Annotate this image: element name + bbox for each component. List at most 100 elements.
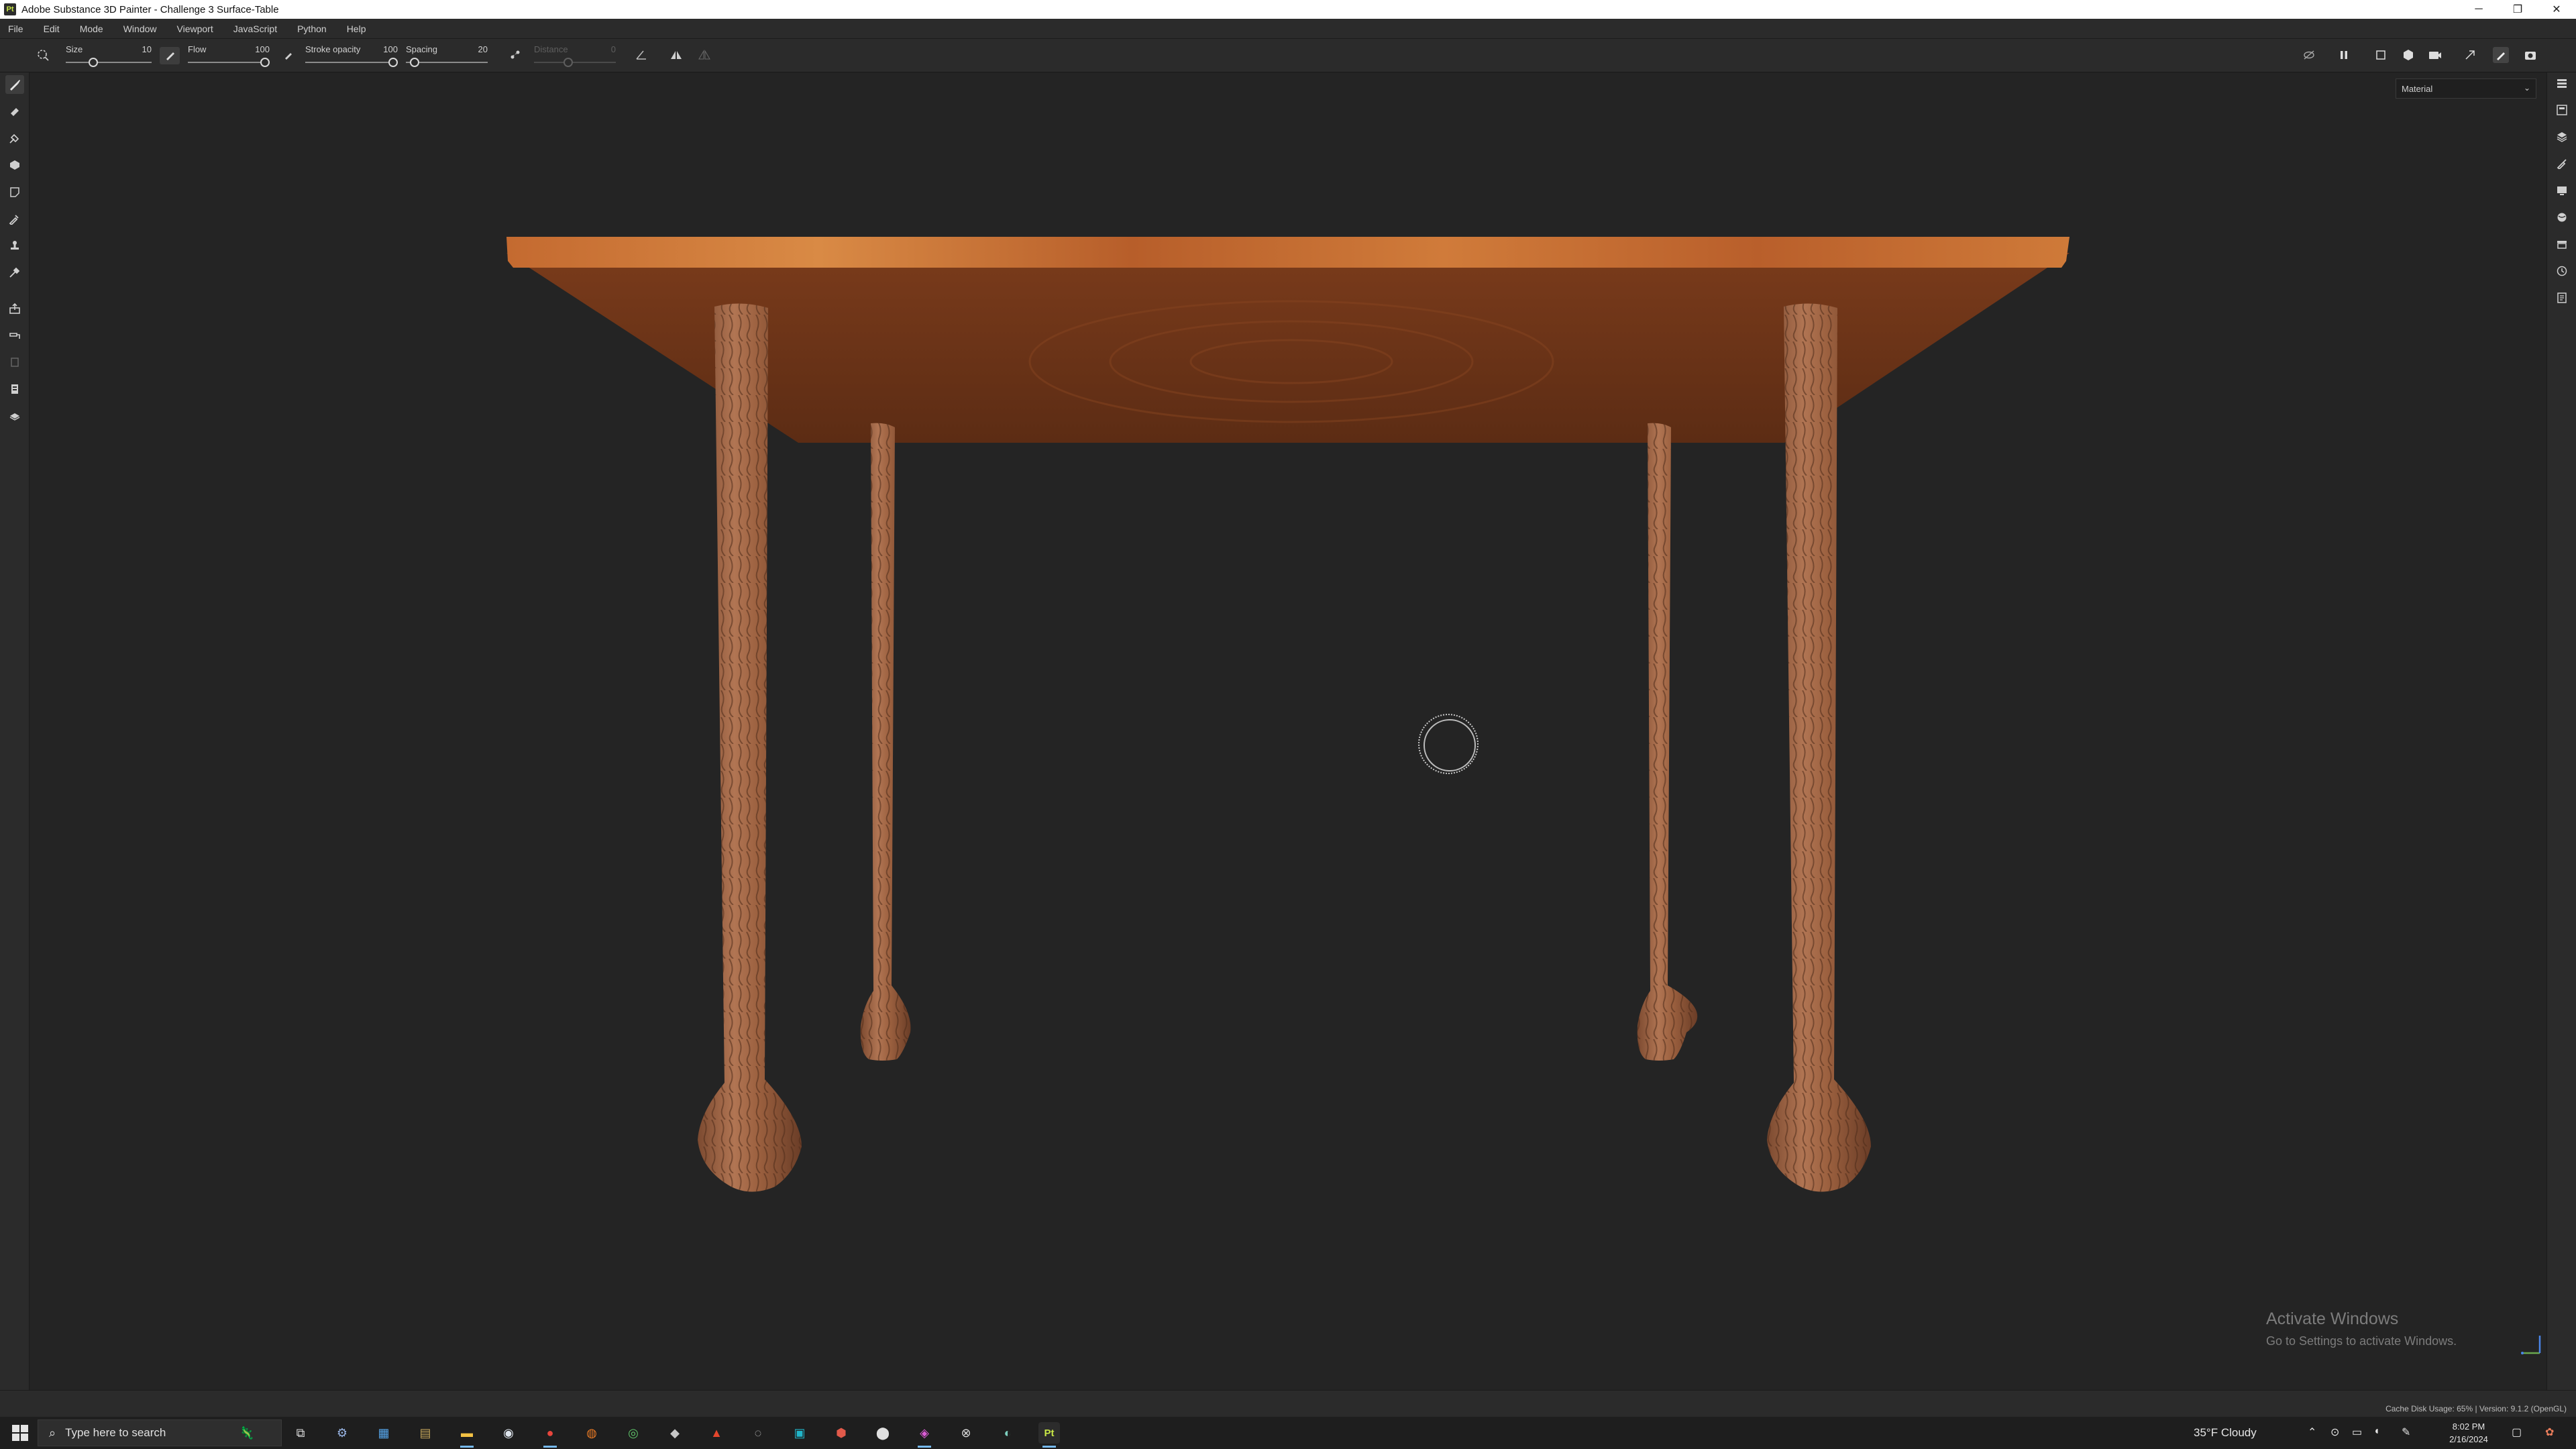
photos-icon[interactable]: ◈: [914, 1422, 935, 1448]
flow-track[interactable]: [188, 62, 270, 63]
obs-icon[interactable]: ⬤: [872, 1422, 894, 1444]
properties-brush-icon[interactable]: [2553, 154, 2571, 173]
file-explorer-icon[interactable]: ▬: [456, 1422, 478, 1448]
texture-set-settings-icon[interactable]: [2553, 101, 2571, 119]
flow-knob[interactable]: [260, 58, 270, 67]
windows-start-icon[interactable]: [12, 1425, 28, 1441]
color-picker-icon[interactable]: [5, 263, 24, 282]
chat-app-icon[interactable]: ◌: [747, 1422, 769, 1444]
taskbar-clock[interactable]: 8:02 PM 2/16/2024: [2442, 1420, 2496, 1446]
paint-brush-icon[interactable]: [5, 75, 24, 94]
eraser-icon[interactable]: [5, 102, 24, 121]
menu-viewport[interactable]: Viewport: [177, 23, 213, 34]
geometry-mask-icon[interactable]: [5, 353, 24, 372]
size-knob[interactable]: [89, 58, 98, 67]
measure-icon[interactable]: [5, 380, 24, 398]
history-icon[interactable]: [2553, 262, 2571, 280]
paint-mode-icon[interactable]: [2493, 47, 2509, 63]
lazy-mouse-icon[interactable]: [507, 47, 523, 63]
texture-set-list-icon[interactable]: [2553, 74, 2571, 93]
stroke-opacity-slider[interactable]: Stroke opacity 100: [305, 42, 398, 71]
menu-file[interactable]: File: [8, 23, 23, 34]
spacing-slider[interactable]: Spacing 20: [406, 42, 488, 71]
xbox-icon[interactable]: ⊗: [955, 1422, 977, 1444]
menu-javascript[interactable]: JavaScript: [233, 23, 277, 34]
steam-icon[interactable]: ◉: [498, 1422, 519, 1444]
layers-icon[interactable]: [2553, 127, 2571, 146]
material-picker-icon[interactable]: [5, 326, 24, 345]
menu-mode[interactable]: Mode: [80, 23, 103, 34]
2d-view-icon[interactable]: [2373, 47, 2390, 63]
folder-stack-icon[interactable]: ▤: [415, 1422, 436, 1444]
flow-slider[interactable]: Flow 100: [188, 42, 270, 71]
flow-value[interactable]: 100: [255, 44, 270, 54]
stamp-icon[interactable]: [5, 236, 24, 255]
assets-icon[interactable]: [2553, 235, 2571, 254]
bake-icon[interactable]: [5, 299, 24, 318]
stroke-opacity-value[interactable]: 100: [383, 44, 398, 54]
adobe-icon[interactable]: ▲: [706, 1422, 727, 1444]
bug-app-icon[interactable]: ⚙: [331, 1422, 353, 1444]
weather-widget[interactable]: 35°F Cloudy: [2194, 1426, 2294, 1440]
substance-painter-taskbar-icon[interactable]: Pt: [1038, 1422, 1060, 1448]
network-app-icon[interactable]: ⊙: [2330, 1426, 2339, 1439]
distance-knob[interactable]: [564, 58, 573, 67]
shader-settings-icon[interactable]: [2553, 208, 2571, 227]
restore-button[interactable]: ❐: [2498, 0, 2537, 19]
notification-icon[interactable]: ▢: [2512, 1426, 2522, 1439]
smudge-icon[interactable]: [5, 182, 24, 201]
notepad-icon[interactable]: ▣: [789, 1422, 810, 1444]
menu-window[interactable]: Window: [123, 23, 157, 34]
3d-viewport[interactable]: Material ⌄ Activate Windows Go to Settin…: [30, 73, 2546, 1389]
size-slider[interactable]: Size 10: [66, 42, 152, 71]
display-icon[interactable]: ▭: [2352, 1426, 2362, 1439]
clone-icon[interactable]: [5, 209, 24, 228]
environment-icon[interactable]: [2462, 47, 2478, 63]
uv-island-icon[interactable]: [5, 407, 24, 425]
table-model[interactable]: [30, 73, 2546, 1389]
search-placeholder[interactable]: Type here to search: [65, 1426, 166, 1440]
chevron-up-icon[interactable]: ⌃: [2308, 1426, 2316, 1439]
volume-icon[interactable]: ◖: [2373, 1426, 2380, 1438]
hide-ui-icon[interactable]: [2301, 47, 2317, 63]
minimize-button[interactable]: ─: [2459, 0, 2498, 19]
symmetry-settings-icon[interactable]: [696, 47, 712, 63]
pen-pressure-flow-icon[interactable]: [280, 47, 297, 63]
pen-icon[interactable]: ✎: [2402, 1426, 2410, 1439]
lizard-widget-icon[interactable]: 🦎: [236, 1422, 258, 1444]
menu-edit[interactable]: Edit: [44, 23, 60, 34]
stroke-opacity-knob[interactable]: [388, 58, 398, 67]
display-settings-icon[interactable]: [2553, 181, 2571, 200]
size-value[interactable]: 10: [142, 44, 152, 54]
red-app-icon[interactable]: ⬢: [830, 1422, 852, 1444]
zbrush-icon[interactable]: ◆: [664, 1422, 686, 1444]
distance-slider[interactable]: Distance 0: [534, 42, 616, 71]
pause-icon[interactable]: [2336, 47, 2352, 63]
camera-icon[interactable]: [2427, 47, 2443, 63]
log-icon[interactable]: [2553, 288, 2571, 307]
task-view-icon[interactable]: ⧉: [290, 1422, 311, 1444]
menu-python[interactable]: Python: [297, 23, 327, 34]
spacing-value[interactable]: 20: [478, 44, 488, 54]
copilot-icon[interactable]: ✿: [2545, 1426, 2554, 1439]
spacing-knob[interactable]: [410, 58, 419, 67]
screenshot-icon[interactable]: [2522, 47, 2538, 63]
angle-icon[interactable]: [633, 47, 649, 63]
chrome-icon[interactable]: ●: [539, 1422, 561, 1448]
distance-track[interactable]: [534, 62, 616, 63]
menu-help[interactable]: Help: [347, 23, 366, 34]
close-button[interactable]: ✕: [2537, 0, 2576, 19]
teal-app-icon[interactable]: ◐: [997, 1422, 1018, 1444]
polygon-fill-icon[interactable]: [5, 156, 24, 174]
distance-value[interactable]: 0: [611, 44, 616, 54]
viewport-mode-select[interactable]: Material ⌄: [2396, 78, 2536, 99]
symmetry-icon[interactable]: [668, 47, 684, 63]
projection-icon[interactable]: [5, 129, 24, 148]
3d-view-icon[interactable]: [2400, 47, 2416, 63]
stroke-opacity-track[interactable]: [305, 62, 398, 63]
size-track[interactable]: [66, 62, 152, 63]
xbox-app-icon[interactable]: ◎: [623, 1422, 644, 1444]
pen-pressure-size-toggle[interactable]: [160, 47, 180, 64]
brush-preset-icon[interactable]: [35, 47, 51, 63]
blender-icon[interactable]: ◍: [581, 1422, 602, 1444]
